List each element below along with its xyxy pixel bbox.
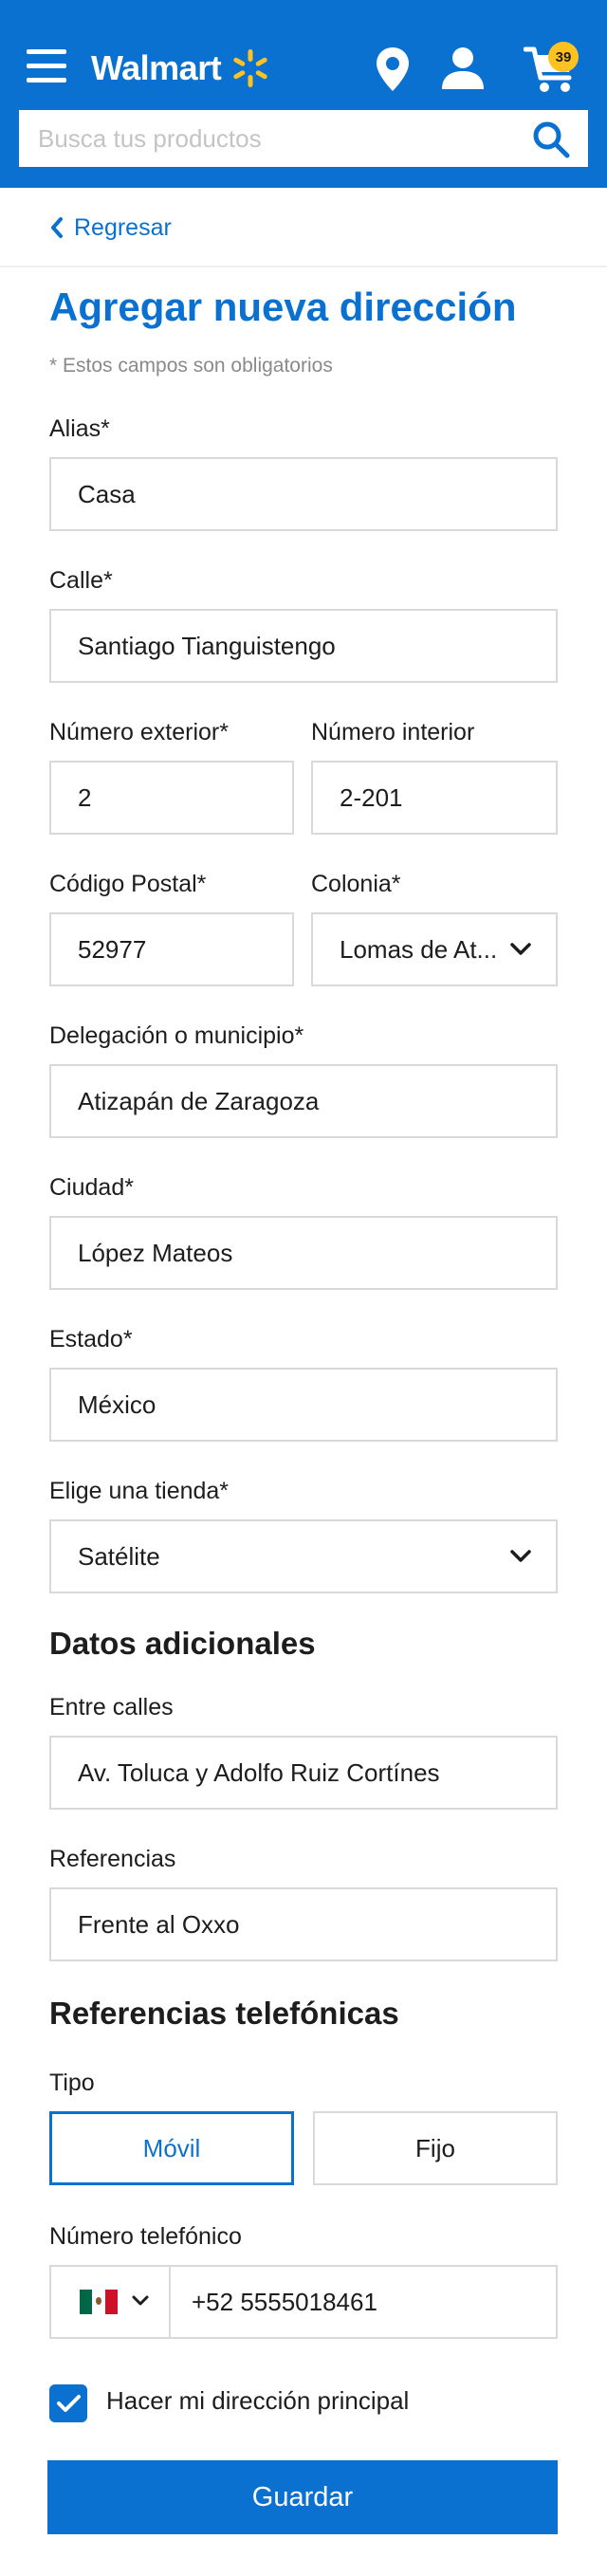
search-icon[interactable] (531, 120, 571, 159)
codigo-postal-field-box (49, 912, 294, 986)
cart-count-badge: 39 (548, 42, 579, 72)
tienda-label: Elige una tienda* (49, 1478, 230, 1504)
phone-field-group (49, 2265, 558, 2339)
numero-exterior-field[interactable] (51, 763, 292, 833)
tipo-movil-button[interactable]: Móvil (49, 2111, 294, 2185)
header: Walmart 39 (0, 0, 607, 188)
numero-interior-field[interactable] (313, 763, 556, 833)
walmart-logo[interactable]: Walmart (91, 42, 270, 95)
numero-exterior-field-box (49, 761, 294, 835)
required-note: * Estos campos son obligatorios (49, 355, 333, 377)
calle-field[interactable] (51, 611, 556, 681)
alias-field-box (49, 457, 558, 531)
calle-field-box (49, 609, 558, 683)
logo-text: Walmart (91, 48, 222, 87)
codigo-postal-field[interactable] (51, 914, 292, 984)
municipio-field[interactable] (51, 1066, 556, 1136)
tienda-select[interactable]: Satélite (49, 1519, 558, 1593)
location-pin-icon[interactable] (374, 46, 412, 93)
divider (0, 266, 607, 267)
principal-checkbox-label[interactable]: Hacer mi dirección principal (106, 2386, 409, 2416)
additional-section-title: Datos adicionales (49, 1626, 316, 1661)
phone-section-title: Referencias telefónicas (49, 1996, 399, 2031)
entre-calles-label: Entre calles (49, 1694, 174, 1720)
back-link[interactable]: Regresar (49, 211, 172, 245)
tienda-value: Satélite (78, 1542, 160, 1571)
user-icon[interactable] (440, 46, 486, 91)
checkmark-icon (57, 2395, 81, 2412)
country-code-select[interactable] (51, 2267, 171, 2337)
numero-interior-label: Número interior (311, 719, 475, 745)
principal-checkbox[interactable] (49, 2384, 87, 2422)
page-title: Agregar nueva dirección (49, 285, 517, 329)
chevron-left-icon (51, 217, 63, 238)
estado-label: Estado* (49, 1326, 133, 1352)
colonia-label: Colonia* (311, 871, 401, 897)
referencias-field[interactable] (51, 1889, 556, 1960)
entre-calles-field[interactable] (51, 1738, 556, 1808)
search-bar (19, 110, 588, 167)
colonia-select[interactable]: Lomas de At... (311, 912, 558, 986)
alias-label: Alias* (49, 415, 110, 442)
alias-field[interactable] (51, 459, 556, 529)
referencias-label: Referencias (49, 1846, 176, 1872)
numero-exterior-label: Número exterior* (49, 719, 229, 745)
save-button[interactable]: Guardar (47, 2460, 558, 2534)
numero-interior-field-box (311, 761, 558, 835)
spark-icon (233, 49, 267, 87)
ciudad-label: Ciudad* (49, 1174, 134, 1201)
referencias-field-box (49, 1887, 558, 1961)
estado-field[interactable] (51, 1370, 556, 1440)
chevron-down-icon (132, 2295, 149, 2306)
phone-number-label: Número telefónico (49, 2223, 242, 2250)
phone-input-box (171, 2267, 556, 2337)
municipio-label: Delegación o municipio* (49, 1022, 304, 1049)
tipo-fijo-button[interactable]: Fijo (313, 2111, 558, 2185)
menu-icon[interactable] (27, 49, 68, 87)
chevron-down-icon (510, 943, 531, 955)
estado-field-box (49, 1368, 558, 1442)
colonia-value: Lomas de At... (340, 935, 498, 964)
entre-calles-field-box (49, 1736, 558, 1810)
municipio-field-box (49, 1064, 558, 1138)
phone-number-field[interactable] (171, 2267, 556, 2337)
codigo-postal-label: Código Postal* (49, 871, 207, 897)
chevron-down-icon (510, 1550, 531, 1562)
tipo-label: Tipo (49, 2070, 95, 2096)
back-label: Regresar (74, 213, 172, 241)
ciudad-field[interactable] (51, 1218, 556, 1288)
search-input[interactable] (19, 110, 541, 167)
mexico-flag-icon (80, 2290, 118, 2314)
calle-label: Calle* (49, 567, 113, 594)
ciudad-field-box (49, 1216, 558, 1290)
